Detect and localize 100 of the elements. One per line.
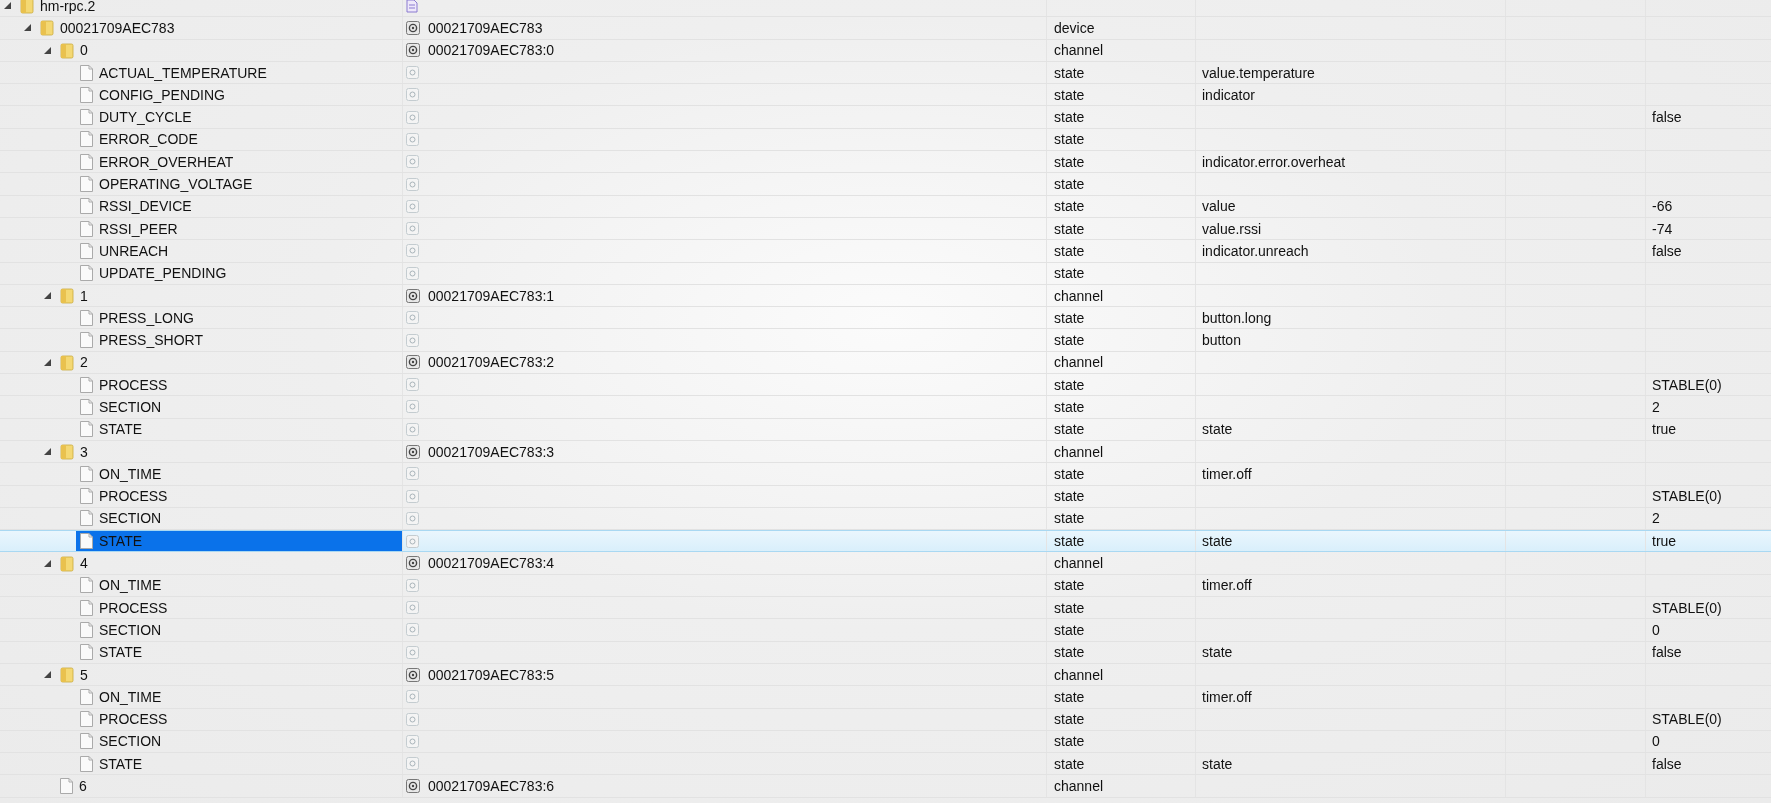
- state-icon: [406, 601, 419, 615]
- object-name: ERROR_CODE: [99, 131, 198, 148]
- object-type: state: [1054, 733, 1085, 750]
- object-type: state: [1054, 309, 1085, 326]
- object-role: button.long: [1202, 309, 1272, 326]
- expand-triangle-icon[interactable]: [44, 358, 51, 366]
- object-value: false: [1652, 644, 1682, 661]
- object-name: PROCESS: [99, 376, 168, 393]
- file-icon: [80, 621, 93, 638]
- object-id: 00021709AEC783:6: [428, 778, 555, 795]
- object-id: 00021709AEC783:1: [428, 287, 555, 304]
- object-type: state: [1054, 198, 1085, 215]
- adapter-icon: [406, 0, 418, 13]
- tree-row[interactable]: SECTION state 0: [0, 730, 1771, 754]
- tree-row[interactable]: OPERATING_VOLTAGE state: [0, 173, 1771, 196]
- file-icon: [80, 733, 93, 750]
- object-type: state: [1054, 755, 1085, 772]
- folder-icon: [60, 554, 74, 572]
- tree-row[interactable]: ON_TIME state timer.off: [0, 574, 1771, 597]
- object-name: 3: [80, 443, 88, 460]
- file-icon: [80, 309, 93, 326]
- object-role: indicator: [1202, 86, 1255, 103]
- tree-row[interactable]: 00021709AEC783 00021709AEC783 device: [0, 17, 1771, 40]
- tree-row[interactable]: STATE state state true: [0, 530, 1771, 553]
- tree-row[interactable]: PRESS_SHORT state button: [0, 329, 1771, 352]
- tree-row[interactable]: STATE state state false: [0, 753, 1771, 776]
- tree-row[interactable]: PROCESS state STABLE(0): [0, 597, 1771, 620]
- file-icon: [80, 533, 93, 550]
- object-name: 2: [80, 354, 88, 371]
- tree-row[interactable]: SECTION state 2: [0, 396, 1771, 419]
- expand-triangle-icon[interactable]: [44, 559, 51, 567]
- object-type: state: [1054, 711, 1085, 728]
- expand-triangle-icon[interactable]: [44, 671, 51, 679]
- tree-row[interactable]: 2 00021709AEC783:2 channel: [0, 351, 1771, 375]
- object-name: 0: [80, 42, 88, 59]
- gear-box-icon: [406, 43, 420, 58]
- file-icon: [80, 644, 93, 661]
- tree-row[interactable]: ERROR_CODE state: [0, 128, 1771, 152]
- state-icon: [406, 712, 419, 726]
- tree-row[interactable]: hm-rpc.2: [0, 0, 1771, 18]
- tree-row[interactable]: DUTY_CYCLE state false: [0, 106, 1771, 129]
- expand-triangle-icon[interactable]: [44, 292, 51, 299]
- state-icon: [406, 578, 419, 592]
- tree-row[interactable]: 0 00021709AEC783:0 channel: [0, 39, 1771, 62]
- object-role: state: [1202, 644, 1233, 661]
- gear-box-icon: [406, 779, 420, 794]
- tree-row[interactable]: 5 00021709AEC783:5 channel: [0, 663, 1771, 687]
- expand-triangle-icon[interactable]: [44, 448, 51, 456]
- object-type: state: [1054, 242, 1085, 259]
- tree-row[interactable]: ACTUAL_TEMPERATURE state value.temperature: [0, 61, 1771, 85]
- state-icon: [406, 244, 419, 258]
- tree-row[interactable]: CONFIG_PENDING state indicator: [0, 84, 1771, 107]
- object-name: STATE: [99, 755, 143, 772]
- tree-row[interactable]: PROCESS state STABLE(0): [0, 374, 1771, 397]
- gear-box-icon: [406, 556, 420, 571]
- folder-icon: [60, 443, 74, 461]
- object-type: state: [1054, 376, 1085, 393]
- object-type: channel: [1054, 666, 1104, 683]
- expand-triangle-icon[interactable]: [4, 2, 11, 10]
- object-role: timer.off: [1202, 688, 1252, 705]
- tree-row[interactable]: 1 00021709AEC783:1 channel: [0, 284, 1771, 308]
- tree-row[interactable]: RSSI_PEER state value.rssi -74: [0, 217, 1771, 241]
- tree-row[interactable]: 4 00021709AEC783:4 channel: [0, 552, 1771, 575]
- tree-row[interactable]: RSSI_DEVICE state value -66: [0, 195, 1771, 218]
- tree-row[interactable]: PROCESS state STABLE(0): [0, 708, 1771, 731]
- tree-row[interactable]: UNREACH state indicator.unreach false: [0, 240, 1771, 263]
- object-value: 2: [1652, 399, 1660, 415]
- object-value: 0: [1652, 621, 1660, 638]
- tree-row[interactable]: ERROR_OVERHEAT state indicator.error.overheat: [0, 151, 1771, 174]
- object-name: STATE: [99, 533, 143, 550]
- object-type: state: [1054, 465, 1085, 482]
- tree-row[interactable]: SECTION state 0: [0, 619, 1771, 642]
- object-type: state: [1054, 332, 1085, 349]
- object-name: PROCESS: [99, 599, 168, 616]
- tree-row[interactable]: PROCESS state STABLE(0): [0, 485, 1771, 508]
- object-role: state: [1202, 533, 1233, 550]
- file-icon: [80, 131, 93, 148]
- gear-box-icon: [406, 444, 420, 459]
- file-icon: [80, 711, 93, 728]
- object-type: state: [1054, 153, 1085, 170]
- file-icon: [60, 778, 73, 795]
- object-type: channel: [1054, 443, 1104, 460]
- state-icon: [406, 534, 419, 548]
- tree-row[interactable]: STATE state state true: [0, 418, 1771, 441]
- object-type: state: [1054, 510, 1085, 527]
- expand-triangle-icon[interactable]: [44, 46, 51, 54]
- object-id: 00021709AEC783:5: [428, 666, 555, 683]
- object-role: timer.off: [1202, 577, 1252, 594]
- tree-row[interactable]: 6 00021709AEC783:6 channel: [0, 775, 1771, 798]
- object-name: UNREACH: [99, 242, 169, 259]
- tree-row[interactable]: UPDATE_PENDING state: [0, 262, 1771, 285]
- state-icon: [406, 467, 419, 481]
- tree-row[interactable]: 3 00021709AEC783:3 channel: [0, 440, 1771, 464]
- tree-row[interactable]: ON_TIME state timer.off: [0, 463, 1771, 486]
- expand-triangle-icon[interactable]: [24, 24, 31, 32]
- tree-row[interactable]: PRESS_LONG state button.long: [0, 307, 1771, 330]
- object-name: ON_TIME: [99, 465, 162, 482]
- object-value: true: [1652, 421, 1677, 438]
- tree-row[interactable]: STATE state state false: [0, 641, 1771, 664]
- tree-row[interactable]: ON_TIME state timer.off: [0, 686, 1771, 709]
